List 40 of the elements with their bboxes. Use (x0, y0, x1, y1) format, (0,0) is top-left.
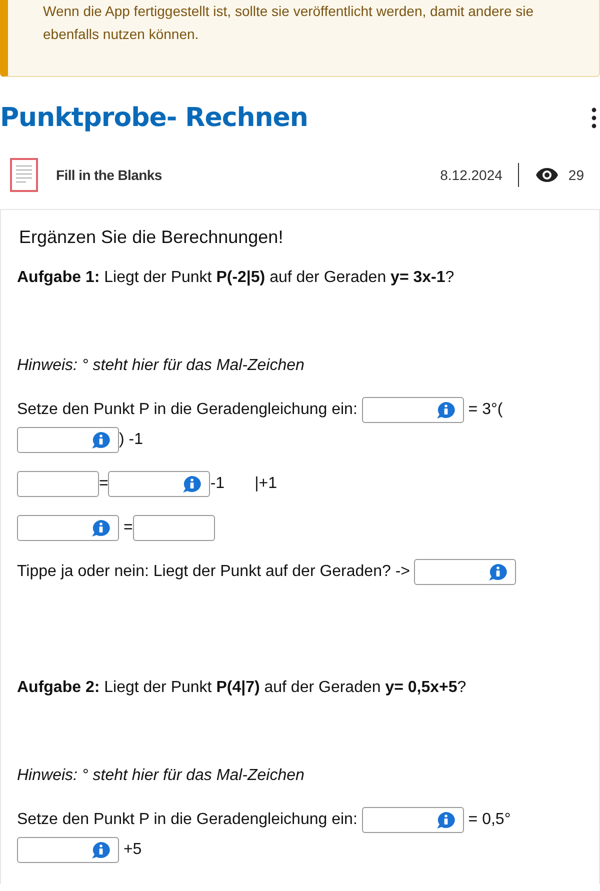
content-type-label: Fill in the Blanks (56, 167, 163, 183)
answer-box[interactable] (414, 559, 516, 585)
page-title: Punktprobe- Rechnen (0, 103, 308, 133)
instruction-heading: Ergänzen Sie die Berechnungen! (19, 226, 284, 249)
info-icon[interactable] (91, 431, 111, 449)
date-label: 8.12.2024 (440, 167, 502, 183)
info-icon[interactable] (91, 519, 111, 537)
more-menu-icon[interactable] (591, 107, 597, 129)
eye-icon (535, 167, 560, 183)
equation-text: ) -1 (119, 430, 143, 450)
info-icon[interactable] (91, 841, 111, 859)
equation-text: Setze den Punkt P in die Geradengleichung ein: (17, 810, 358, 830)
document-icon (10, 158, 38, 192)
answer-box[interactable] (108, 471, 210, 497)
equation-text: = 0,5° (467, 810, 511, 830)
equation-text: = 3°( (467, 400, 503, 420)
view-count: 29 (568, 167, 584, 183)
task-text: Aufgabe 1: Liegt der Punkt P(-2|5) auf der Geraden y= 3x-1? (17, 268, 456, 288)
answer-box[interactable] (17, 427, 119, 453)
equation-text: = (99, 474, 108, 494)
equation-note: |+1 (254, 474, 277, 494)
answer-box[interactable] (132, 515, 215, 541)
notice-text: Wenn die App fertiggestellt ist, sollte sie veröffentlicht werden, damit andere sie ebenfalls nutzen können. (43, 2, 535, 44)
info-icon[interactable] (436, 811, 456, 829)
info-icon[interactable] (436, 401, 456, 419)
task-text: Aufgabe 2: Liegt der Punkt P(4|7) auf der Geraden y= 0,5x+5? (17, 678, 468, 698)
hint-text: Hinweis: ° steht hier für das Mal-Zeichen (17, 356, 306, 376)
equation-text: +5 (122, 840, 142, 860)
equation-text: Tippe ja oder nein: Liegt der Punkt auf der Geraden? -> (17, 562, 411, 582)
answer-box[interactable] (17, 471, 99, 497)
hint-text: Hinweis: ° steht hier für das Mal-Zeichen (17, 766, 306, 786)
answer-box[interactable] (17, 515, 119, 541)
info-icon[interactable] (488, 563, 508, 581)
equation-text: Setze den Punkt P in die Geradengleichung ein: (17, 400, 358, 420)
info-icon[interactable] (182, 475, 202, 493)
answer-box[interactable] (362, 807, 464, 833)
equation-text: -1 (210, 474, 225, 494)
equation-text: = (122, 518, 133, 538)
answer-box[interactable] (17, 837, 119, 863)
answer-box[interactable] (362, 397, 464, 423)
